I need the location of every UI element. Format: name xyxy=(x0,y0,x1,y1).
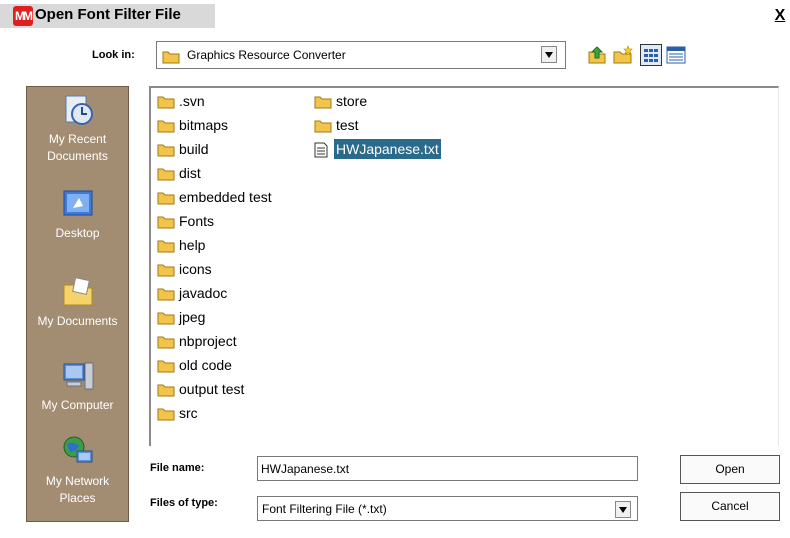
folder-icon xyxy=(157,142,175,162)
files-of-type-dropdown[interactable]: Font Filtering File (*.txt) xyxy=(257,496,638,521)
folder-icon xyxy=(157,310,175,330)
file-name: HWJapanese.txt xyxy=(334,139,441,159)
my-computer-icon xyxy=(61,359,95,393)
details-view-icon xyxy=(666,46,686,64)
file-name: build xyxy=(179,141,209,157)
place-label: My Documents xyxy=(37,314,118,328)
folder-icon xyxy=(157,262,175,282)
folder-icon xyxy=(157,118,175,138)
folder-icon xyxy=(157,190,175,210)
file-name: javadoc xyxy=(179,285,228,301)
folder-icon xyxy=(157,334,175,354)
folder-icon xyxy=(314,118,332,138)
folder-icon xyxy=(157,406,175,426)
list-view-icon xyxy=(644,49,658,62)
files-of-type-value: Font Filtering File (*.txt) xyxy=(262,502,387,516)
details-view-button[interactable] xyxy=(665,44,687,66)
new-folder-icon xyxy=(613,45,633,64)
folder-icon xyxy=(157,358,175,378)
folder-icon xyxy=(157,94,175,114)
recent-documents-icon xyxy=(61,93,95,127)
dialog-title: Open Font Filter File xyxy=(35,6,181,23)
look-in-label: Look in: xyxy=(92,49,135,61)
file-name: Fonts xyxy=(179,213,215,229)
file-name: bitmaps xyxy=(179,117,229,133)
file-name: src xyxy=(179,405,198,421)
place-desktop[interactable]: Desktop xyxy=(27,187,128,242)
list-view-button[interactable] xyxy=(640,44,662,66)
place-label: My Recent Documents xyxy=(47,132,108,163)
file-name: dist xyxy=(179,165,201,181)
places-bar: My Recent Documents Desktop My Documents… xyxy=(26,86,129,522)
chevron-down-icon[interactable] xyxy=(615,501,631,518)
title-bar: MM Open Font Filter File X xyxy=(0,0,790,32)
up-one-level-icon xyxy=(588,46,606,64)
look-in-dropdown[interactable]: Graphics Resource Converter xyxy=(156,41,566,69)
place-my-network-places[interactable]: My Network Places xyxy=(27,435,128,507)
folder-icon xyxy=(162,49,180,68)
up-one-level-button[interactable] xyxy=(586,44,608,66)
file-name: test xyxy=(336,117,359,133)
files-of-type-label: Files of type: xyxy=(150,497,218,509)
cancel-button[interactable]: Cancel xyxy=(680,492,780,521)
file-name: store xyxy=(336,93,368,109)
folder-icon xyxy=(157,214,175,234)
place-my-documents[interactable]: My Documents xyxy=(27,275,128,330)
desktop-icon xyxy=(61,187,95,221)
file-name-label: File name: xyxy=(150,462,205,474)
file-name: icons xyxy=(179,261,212,277)
network-places-icon xyxy=(61,435,95,469)
place-label: Desktop xyxy=(55,226,100,240)
file-name: help xyxy=(179,237,206,253)
place-label: My Network Places xyxy=(45,474,110,505)
close-button[interactable]: X xyxy=(772,8,788,24)
file-name: nbproject xyxy=(179,333,237,349)
chevron-down-icon[interactable] xyxy=(541,46,557,63)
open-button[interactable]: Open xyxy=(680,455,780,484)
microchip-logo-icon: MM xyxy=(13,6,33,26)
folder-icon xyxy=(157,238,175,258)
file-name-field[interactable] xyxy=(257,456,638,481)
folder-icon xyxy=(157,166,175,186)
look-in-value: Graphics Resource Converter xyxy=(187,48,346,62)
place-my-recent-documents[interactable]: My Recent Documents xyxy=(27,93,128,165)
my-documents-icon xyxy=(61,275,95,309)
file-name: old code xyxy=(179,357,232,373)
file-name: embedded test xyxy=(179,189,272,205)
file-list[interactable]: .svn bitmaps build dist embedded test Fo… xyxy=(149,86,779,446)
folder-icon xyxy=(157,286,175,306)
file-name: .svn xyxy=(179,93,205,109)
place-label: My Computer xyxy=(41,398,114,412)
file-name: jpeg xyxy=(179,309,206,325)
new-folder-button[interactable] xyxy=(612,44,634,66)
folder-icon xyxy=(157,382,175,402)
folder-icon xyxy=(314,94,332,114)
place-my-computer[interactable]: My Computer xyxy=(27,359,128,414)
text-file-icon xyxy=(314,142,328,163)
file-name: output test xyxy=(179,381,245,397)
